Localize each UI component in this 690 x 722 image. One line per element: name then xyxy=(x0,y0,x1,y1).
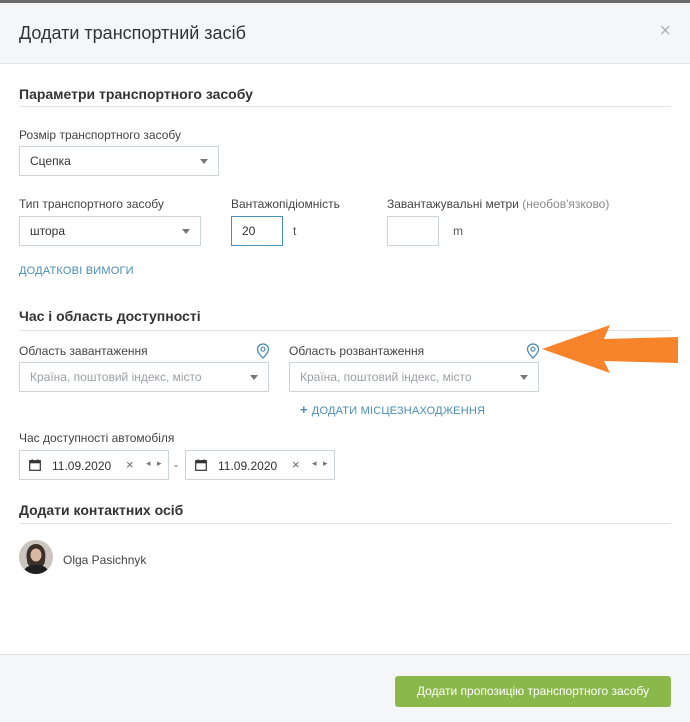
unloading-area-placeholder: Країна, поштовий індекс, місто xyxy=(300,370,472,384)
chevron-down-icon xyxy=(250,375,258,380)
section-title-contacts: Додати контактних осіб xyxy=(19,502,184,518)
calendar-icon[interactable] xyxy=(29,459,41,471)
section-divider xyxy=(19,523,671,524)
loading-area-select[interactable]: Країна, поштовий індекс, місто xyxy=(19,362,269,392)
vehicle-type-label: Тип транспортного засобу xyxy=(19,197,164,211)
location-pin-icon[interactable] xyxy=(256,343,270,359)
chevron-down-icon xyxy=(520,375,528,380)
loading-meters-label: Завантажувальні метри (необов'язково) xyxy=(387,197,609,211)
avatar-photo xyxy=(19,540,53,574)
loading-meters-input[interactable] xyxy=(387,216,439,246)
close-icon[interactable]: × xyxy=(659,21,671,41)
loading-meters-label-text: Завантажувальні метри xyxy=(387,197,519,211)
chevron-left-right-icon[interactable]: ◂ ▸ xyxy=(312,458,330,469)
contact-person-name[interactable]: Olga Pasichnyk xyxy=(63,553,146,567)
calendar-icon[interactable] xyxy=(195,459,207,471)
section-title-availability: Час і область доступності xyxy=(19,308,201,324)
unloading-area-label: Область розвантаження xyxy=(289,344,425,358)
vehicle-type-value: штора xyxy=(30,224,66,238)
section-title-vehicle-params: Параметри транспортного засобу xyxy=(19,86,253,102)
optional-hint: (необов'язково) xyxy=(522,197,610,211)
capacity-label: Вантажопідіомність xyxy=(231,197,340,211)
annotation-arrow xyxy=(542,325,678,373)
location-pin-icon[interactable] xyxy=(526,343,540,359)
modal-title: Додати транспортний засіб xyxy=(19,23,246,43)
vehicle-size-select[interactable]: Сцепка xyxy=(19,146,219,176)
modal-footer: Додати пропозицію транспортного засобу xyxy=(0,654,690,722)
date-from-field[interactable]: 11.09.2020 × ◂ ▸ xyxy=(19,450,169,480)
avatar[interactable] xyxy=(19,540,53,574)
extra-requirements-link[interactable]: ДОДАТКОВІ ВИМОГИ xyxy=(19,265,134,277)
vehicle-size-value: Сцепка xyxy=(30,154,71,168)
vehicle-type-select[interactable]: штора xyxy=(19,216,201,246)
add-location-link[interactable]: + ДОДАТИ МІСЦЕЗНАХОДЖЕННЯ xyxy=(300,402,485,417)
vehicle-size-label: Розмір транспортного засобу xyxy=(19,128,182,142)
capacity-unit: t xyxy=(293,224,297,238)
loading-area-placeholder: Країна, поштовий індекс, місто xyxy=(30,370,202,384)
plus-icon: + xyxy=(300,402,308,417)
date-from-value: 11.09.2020 xyxy=(52,459,112,473)
section-divider xyxy=(19,106,671,107)
date-range-separator: - xyxy=(174,458,178,472)
loading-area-label: Область завантаження xyxy=(19,344,148,358)
add-location-label: ДОДАТИ МІСЦЕЗНАХОДЖЕННЯ xyxy=(311,405,486,417)
add-vehicle-offer-button[interactable]: Додати пропозицію транспортного засобу xyxy=(395,676,671,707)
chevron-down-icon xyxy=(200,159,208,164)
modal-header: Додати транспортний засіб × xyxy=(0,3,690,64)
chevron-down-icon xyxy=(182,229,190,234)
capacity-input[interactable]: 20 xyxy=(231,216,283,246)
loading-meters-unit: m xyxy=(453,224,463,238)
clear-icon[interactable]: × xyxy=(126,457,134,472)
date-to-value: 11.09.2020 xyxy=(218,459,278,473)
date-to-field[interactable]: 11.09.2020 × ◂ ▸ xyxy=(185,450,335,480)
chevron-left-right-icon[interactable]: ◂ ▸ xyxy=(146,458,164,469)
availability-time-label: Час доступності автомобіля xyxy=(19,431,175,445)
clear-icon[interactable]: × xyxy=(292,457,300,472)
unloading-area-select[interactable]: Країна, поштовий індекс, місто xyxy=(289,362,539,392)
